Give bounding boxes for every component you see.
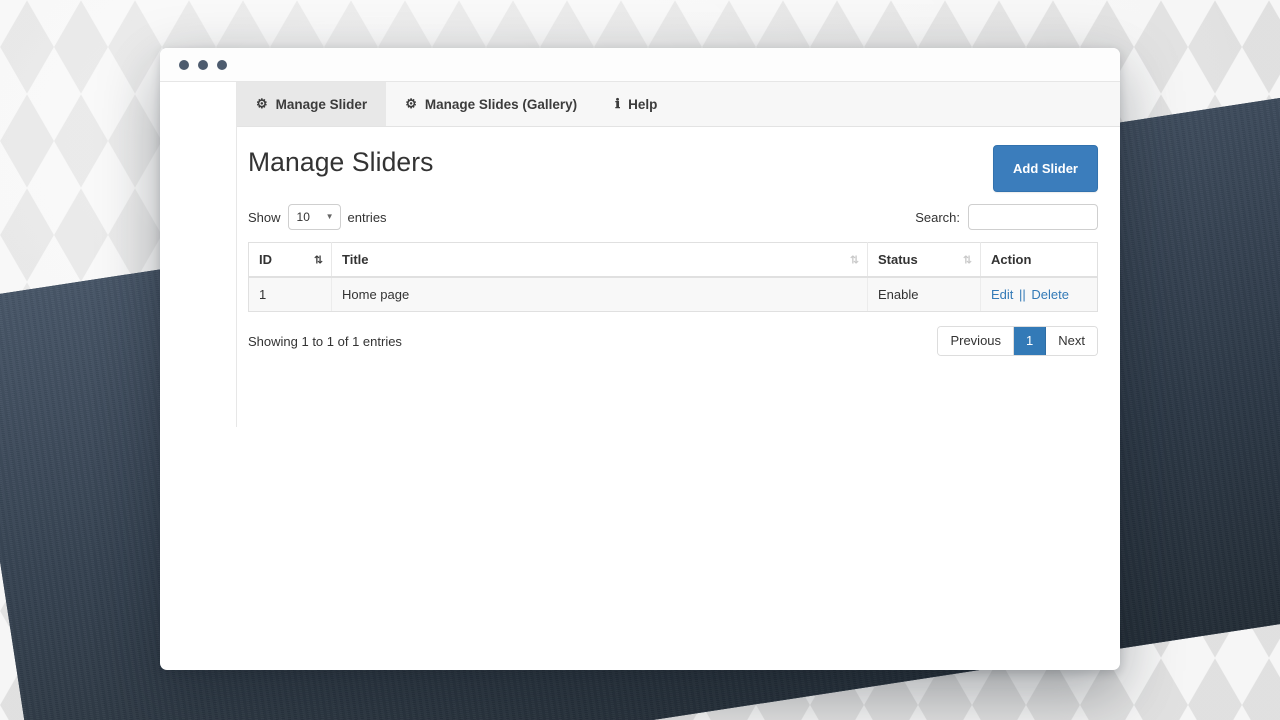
table-row: 1 Home page Enable Edit || Delete xyxy=(248,277,1098,312)
column-header-action: Action xyxy=(980,242,1098,278)
pagination-previous-button[interactable]: Previous xyxy=(938,327,1015,355)
table-body: 1 Home page Enable Edit || Delete xyxy=(248,277,1098,312)
cell-action: Edit || Delete xyxy=(980,277,1098,312)
pagination-next-button[interactable]: Next xyxy=(1046,327,1097,355)
edit-link[interactable]: Edit xyxy=(991,287,1013,302)
pagination: Previous 1 Next xyxy=(937,326,1098,356)
column-header-title-label: Title xyxy=(342,252,369,267)
column-header-action-label: Action xyxy=(991,252,1032,267)
page-length-control: Show 10 ▼ entries xyxy=(248,204,387,230)
tab-manage-slides-gallery-label: Manage Slides (Gallery) xyxy=(424,96,578,112)
tab-help[interactable]: ℹ Help xyxy=(596,82,676,126)
content-panel: Manage Sliders Add Slider Show 10 ▼ entr… xyxy=(237,127,1120,356)
search-control: Search: xyxy=(915,204,1098,230)
maximize-dot-icon[interactable] xyxy=(217,59,227,70)
action-separator: || xyxy=(1019,287,1026,302)
table-header-row: ID ⇅ Title ⇅ Status ⇅ Action xyxy=(248,242,1098,278)
tab-help-label: Help xyxy=(628,96,658,112)
search-input[interactable] xyxy=(968,204,1098,230)
minimize-dot-icon[interactable] xyxy=(198,59,208,70)
delete-link[interactable]: Delete xyxy=(1031,287,1069,302)
tab-bar: ⚙ Manage Slider ⚙ Manage Slides (Gallery… xyxy=(237,82,1120,127)
browser-window: ⚙ Manage Slider ⚙ Manage Slides (Gallery… xyxy=(160,48,1120,670)
cell-title: Home page xyxy=(331,277,868,312)
tab-manage-slider-label: Manage Slider xyxy=(275,96,368,112)
sort-icon-id: ⇅ xyxy=(313,253,323,266)
cell-id: 1 xyxy=(248,277,332,312)
add-slider-button[interactable]: Add Slider xyxy=(993,145,1098,192)
page-length-select[interactable]: 10 ▼ xyxy=(287,204,341,230)
close-dot-icon[interactable] xyxy=(179,59,189,70)
column-header-id[interactable]: ID ⇅ xyxy=(248,242,332,278)
sort-icon-title: ⇅ xyxy=(849,253,859,266)
table-info: Showing 1 to 1 of 1 entries xyxy=(248,333,402,349)
gear-icon: ⚙ xyxy=(256,96,268,111)
app-body: ⚙ Manage Slider ⚙ Manage Slides (Gallery… xyxy=(160,82,1120,670)
window-titlebar xyxy=(160,48,1120,82)
column-header-title[interactable]: Title ⇅ xyxy=(331,242,868,278)
pagination-page-1-button[interactable]: 1 xyxy=(1014,327,1047,355)
chevron-down-icon: ▼ xyxy=(325,212,334,221)
page-length-value: 10 xyxy=(296,210,310,224)
cell-status: Enable xyxy=(867,277,981,312)
screenshot-stage: ⚙ Manage Slider ⚙ Manage Slides (Gallery… xyxy=(0,0,1280,720)
show-label: Show xyxy=(248,209,281,225)
sort-icon-status: ⇅ xyxy=(962,253,972,266)
table-controls: Show 10 ▼ entries Search: xyxy=(248,204,1098,230)
search-label: Search: xyxy=(915,209,960,225)
page-header: Manage Sliders Add Slider xyxy=(248,145,1098,192)
gear-icon: ⚙ xyxy=(405,96,417,111)
page-title: Manage Sliders xyxy=(248,147,434,177)
main-area: ⚙ Manage Slider ⚙ Manage Slides (Gallery… xyxy=(237,82,1120,670)
table-footer: Showing 1 to 1 of 1 entries Previous 1 N… xyxy=(248,326,1098,356)
table-head: ID ⇅ Title ⇅ Status ⇅ Action xyxy=(248,242,1098,278)
info-icon: ℹ xyxy=(615,96,621,111)
column-header-id-label: ID xyxy=(259,252,272,267)
sidebar xyxy=(160,82,237,427)
tab-manage-slides-gallery[interactable]: ⚙ Manage Slides (Gallery) xyxy=(386,82,596,126)
column-header-status-label: Status xyxy=(878,252,918,267)
sliders-table: ID ⇅ Title ⇅ Status ⇅ Action 1 Home page… xyxy=(248,242,1098,312)
entries-label: entries xyxy=(347,209,387,225)
tab-manage-slider[interactable]: ⚙ Manage Slider xyxy=(237,82,387,126)
column-header-status[interactable]: Status ⇅ xyxy=(867,242,981,278)
